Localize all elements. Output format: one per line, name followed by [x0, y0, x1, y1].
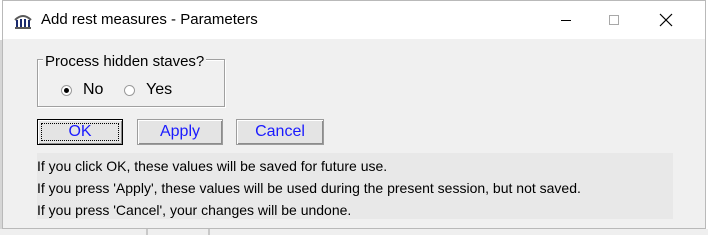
dialog-body: Process hidden staves? No Yes OK Apply C…: [3, 39, 705, 228]
ok-button[interactable]: OK: [37, 119, 123, 145]
close-icon: [659, 13, 673, 27]
parameters-dialog: Add rest measures - Parameters Process h…: [2, 0, 706, 229]
minimize-button[interactable]: [543, 1, 589, 39]
maximize-button[interactable]: [591, 1, 637, 39]
maximize-icon: [609, 15, 619, 25]
app-icon: [13, 11, 33, 29]
radio-yes-label[interactable]: Yes: [146, 81, 172, 99]
radio-no-label[interactable]: No: [83, 81, 103, 99]
focus-rectangle: [41, 123, 119, 141]
groupbox-legend: Process hidden staves?: [43, 53, 207, 70]
apply-button-label: Apply: [159, 123, 201, 140]
info-line-apply: If you press 'Apply', these values will …: [37, 180, 581, 196]
cancel-button[interactable]: Cancel: [236, 119, 324, 145]
apply-button[interactable]: Apply: [137, 119, 223, 145]
info-line-ok: If you click OK, these values will be sa…: [37, 158, 388, 174]
radio-checked-icon[interactable]: [61, 84, 72, 96]
info-panel: If you click OK, these values will be sa…: [37, 153, 673, 219]
background-window-strip: [0, 229, 708, 235]
title-bar[interactable]: Add rest measures - Parameters: [3, 1, 705, 39]
radio-yes[interactable]: Yes: [124, 81, 172, 99]
background-divider: [208, 229, 210, 235]
background-divider: [146, 229, 148, 235]
radio-unchecked-icon[interactable]: [124, 84, 135, 96]
radio-no[interactable]: No: [61, 81, 103, 99]
minimize-icon: [561, 20, 571, 21]
cancel-button-label: Cancel: [255, 123, 305, 140]
info-line-cancel: If you press 'Cancel', your changes will…: [37, 202, 352, 218]
close-button[interactable]: [643, 1, 689, 39]
window-title: Add rest measures - Parameters: [41, 11, 258, 28]
